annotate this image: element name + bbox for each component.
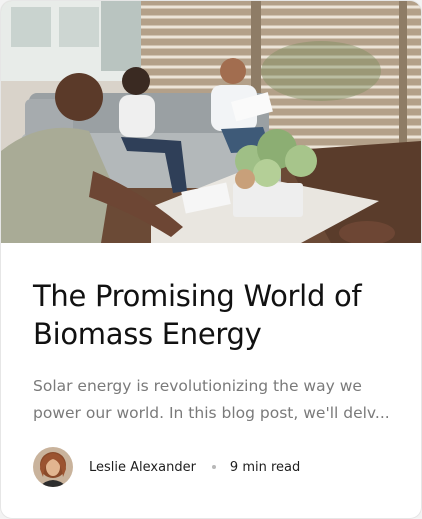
cover-image[interactable] [1, 1, 421, 243]
author-avatar[interactable] [33, 447, 73, 487]
author-name[interactable]: Leslie Alexander [89, 460, 196, 475]
blog-post-card[interactable]: The Promising World of Biomass Energy So… [0, 0, 422, 519]
separator-dot [211, 465, 216, 469]
read-time: 9 min read [229, 459, 301, 475]
post-excerpt: Solar energy is revolutionizing the way … [33, 377, 390, 422]
post-meta: Leslie Alexander 9 min read [33, 447, 300, 487]
post-title[interactable]: The Promising World of Biomass Energy [33, 277, 393, 353]
